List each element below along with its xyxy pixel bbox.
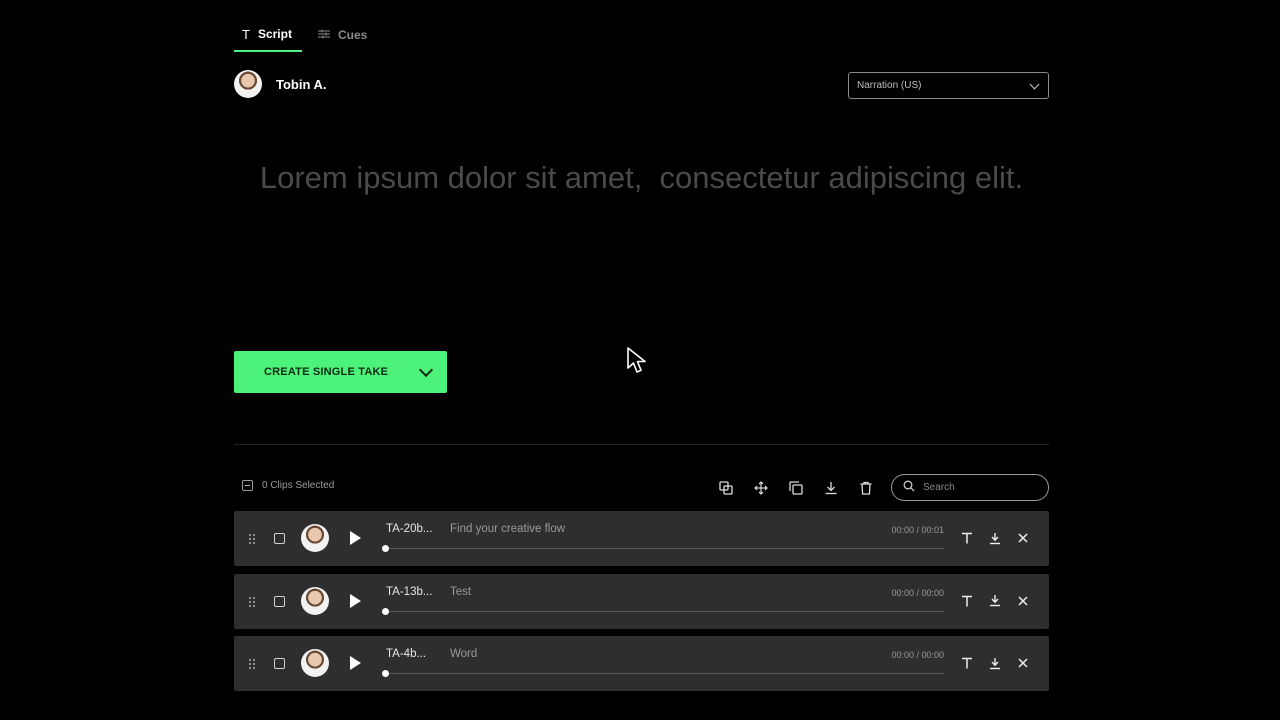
text-icon: T [242,26,250,42]
avatar [234,70,262,98]
duplicate-icon[interactable] [786,478,806,498]
divider [234,444,1049,445]
clip-checkbox[interactable] [274,658,285,669]
clip-toolbar [716,478,876,498]
avatar [301,649,329,677]
progress-handle[interactable] [382,545,389,552]
clip-row[interactable]: TA-13b... Test 00:00 / 00:00 [234,573,1049,629]
chevron-down-icon [1029,79,1040,89]
drag-handle-icon[interactable] [248,595,256,613]
text-icon[interactable] [960,592,974,610]
clip-checkbox[interactable] [274,595,285,607]
clip-time: 00:00 / 00:00 [891,587,944,598]
close-icon[interactable] [1016,592,1030,610]
search-input[interactable] [921,481,1045,494]
close-icon[interactable] [1016,529,1030,547]
create-button-label: CREATE SINGLE TAKE [264,366,389,378]
tab-script-label: Script [257,27,292,41]
search-icon [903,479,915,497]
mouse-cursor-icon [627,347,646,373]
search-box[interactable] [891,474,1049,501]
voice-header: Tobin A. [234,70,327,98]
avatar [301,586,329,615]
page: T Script Cues Tobin A. Narration (US) Lo… [0,0,1280,720]
combine-icon[interactable] [716,478,736,498]
download-icon[interactable] [988,654,1002,672]
tab-script[interactable]: T Script [234,18,302,52]
drag-handle-icon[interactable] [248,657,256,675]
clip-row[interactable]: TA-4b... Word 00:00 / 00:00 [234,636,1049,691]
clip-text: Word [450,648,478,660]
clip-time: 00:00 / 00:00 [891,650,944,660]
clip-actions [960,654,1030,672]
create-single-take-button[interactable]: CREATE SINGLE TAKE [234,351,447,393]
clip-actions [960,529,1030,547]
move-icon[interactable] [751,478,771,498]
chevron-down-icon[interactable] [418,362,434,377]
tab-bar: T Script Cues [234,18,377,52]
voice-name: Tobin A. [276,76,327,92]
clip-actions [960,592,1030,610]
text-icon[interactable] [960,654,974,672]
progress-handle[interactable] [382,607,389,615]
clip-id: TA-13b... [386,585,433,598]
progress-handle[interactable] [382,670,389,677]
sliders-icon [317,28,330,42]
clip-row[interactable]: TA-20b... Find your creative flow 00:00 … [234,511,1049,566]
tab-cues-label: Cues [337,28,368,42]
close-icon[interactable] [1016,654,1030,672]
selection-status: 0 Clips Selected [242,480,334,491]
download-icon[interactable] [988,592,1002,610]
progress-track[interactable] [386,610,944,612]
clips-selected-label: 0 Clips Selected [262,480,335,491]
progress-track[interactable] [386,548,944,549]
download-icon[interactable] [821,478,841,498]
play-icon[interactable] [350,531,361,545]
clip-id: TA-4b... [386,648,427,660]
clip-text: Find your creative flow [450,523,566,535]
language-select[interactable]: Narration (US) [848,72,1049,99]
clip-id: TA-20b... [386,523,433,535]
drag-handle-icon[interactable] [248,532,256,550]
clip-time: 00:00 / 00:01 [891,525,944,535]
clip-text: Test [450,585,472,598]
play-icon[interactable] [350,593,361,608]
trash-icon[interactable] [856,478,876,498]
play-icon[interactable] [350,656,361,670]
language-select-value: Narration (US) [857,80,922,91]
script-editor[interactable]: Lorem ipsum dolor sit amet, consectetur … [234,160,1049,196]
tab-cues[interactable]: Cues [310,18,377,52]
deselect-all-checkbox[interactable] [242,480,253,491]
text-icon[interactable] [960,529,974,547]
clip-checkbox[interactable] [274,533,285,544]
download-icon[interactable] [988,529,1002,547]
clip-list: TA-20b... Find your creative flow 00:00 … [234,511,1049,699]
avatar [301,524,329,552]
progress-track[interactable] [386,673,944,674]
